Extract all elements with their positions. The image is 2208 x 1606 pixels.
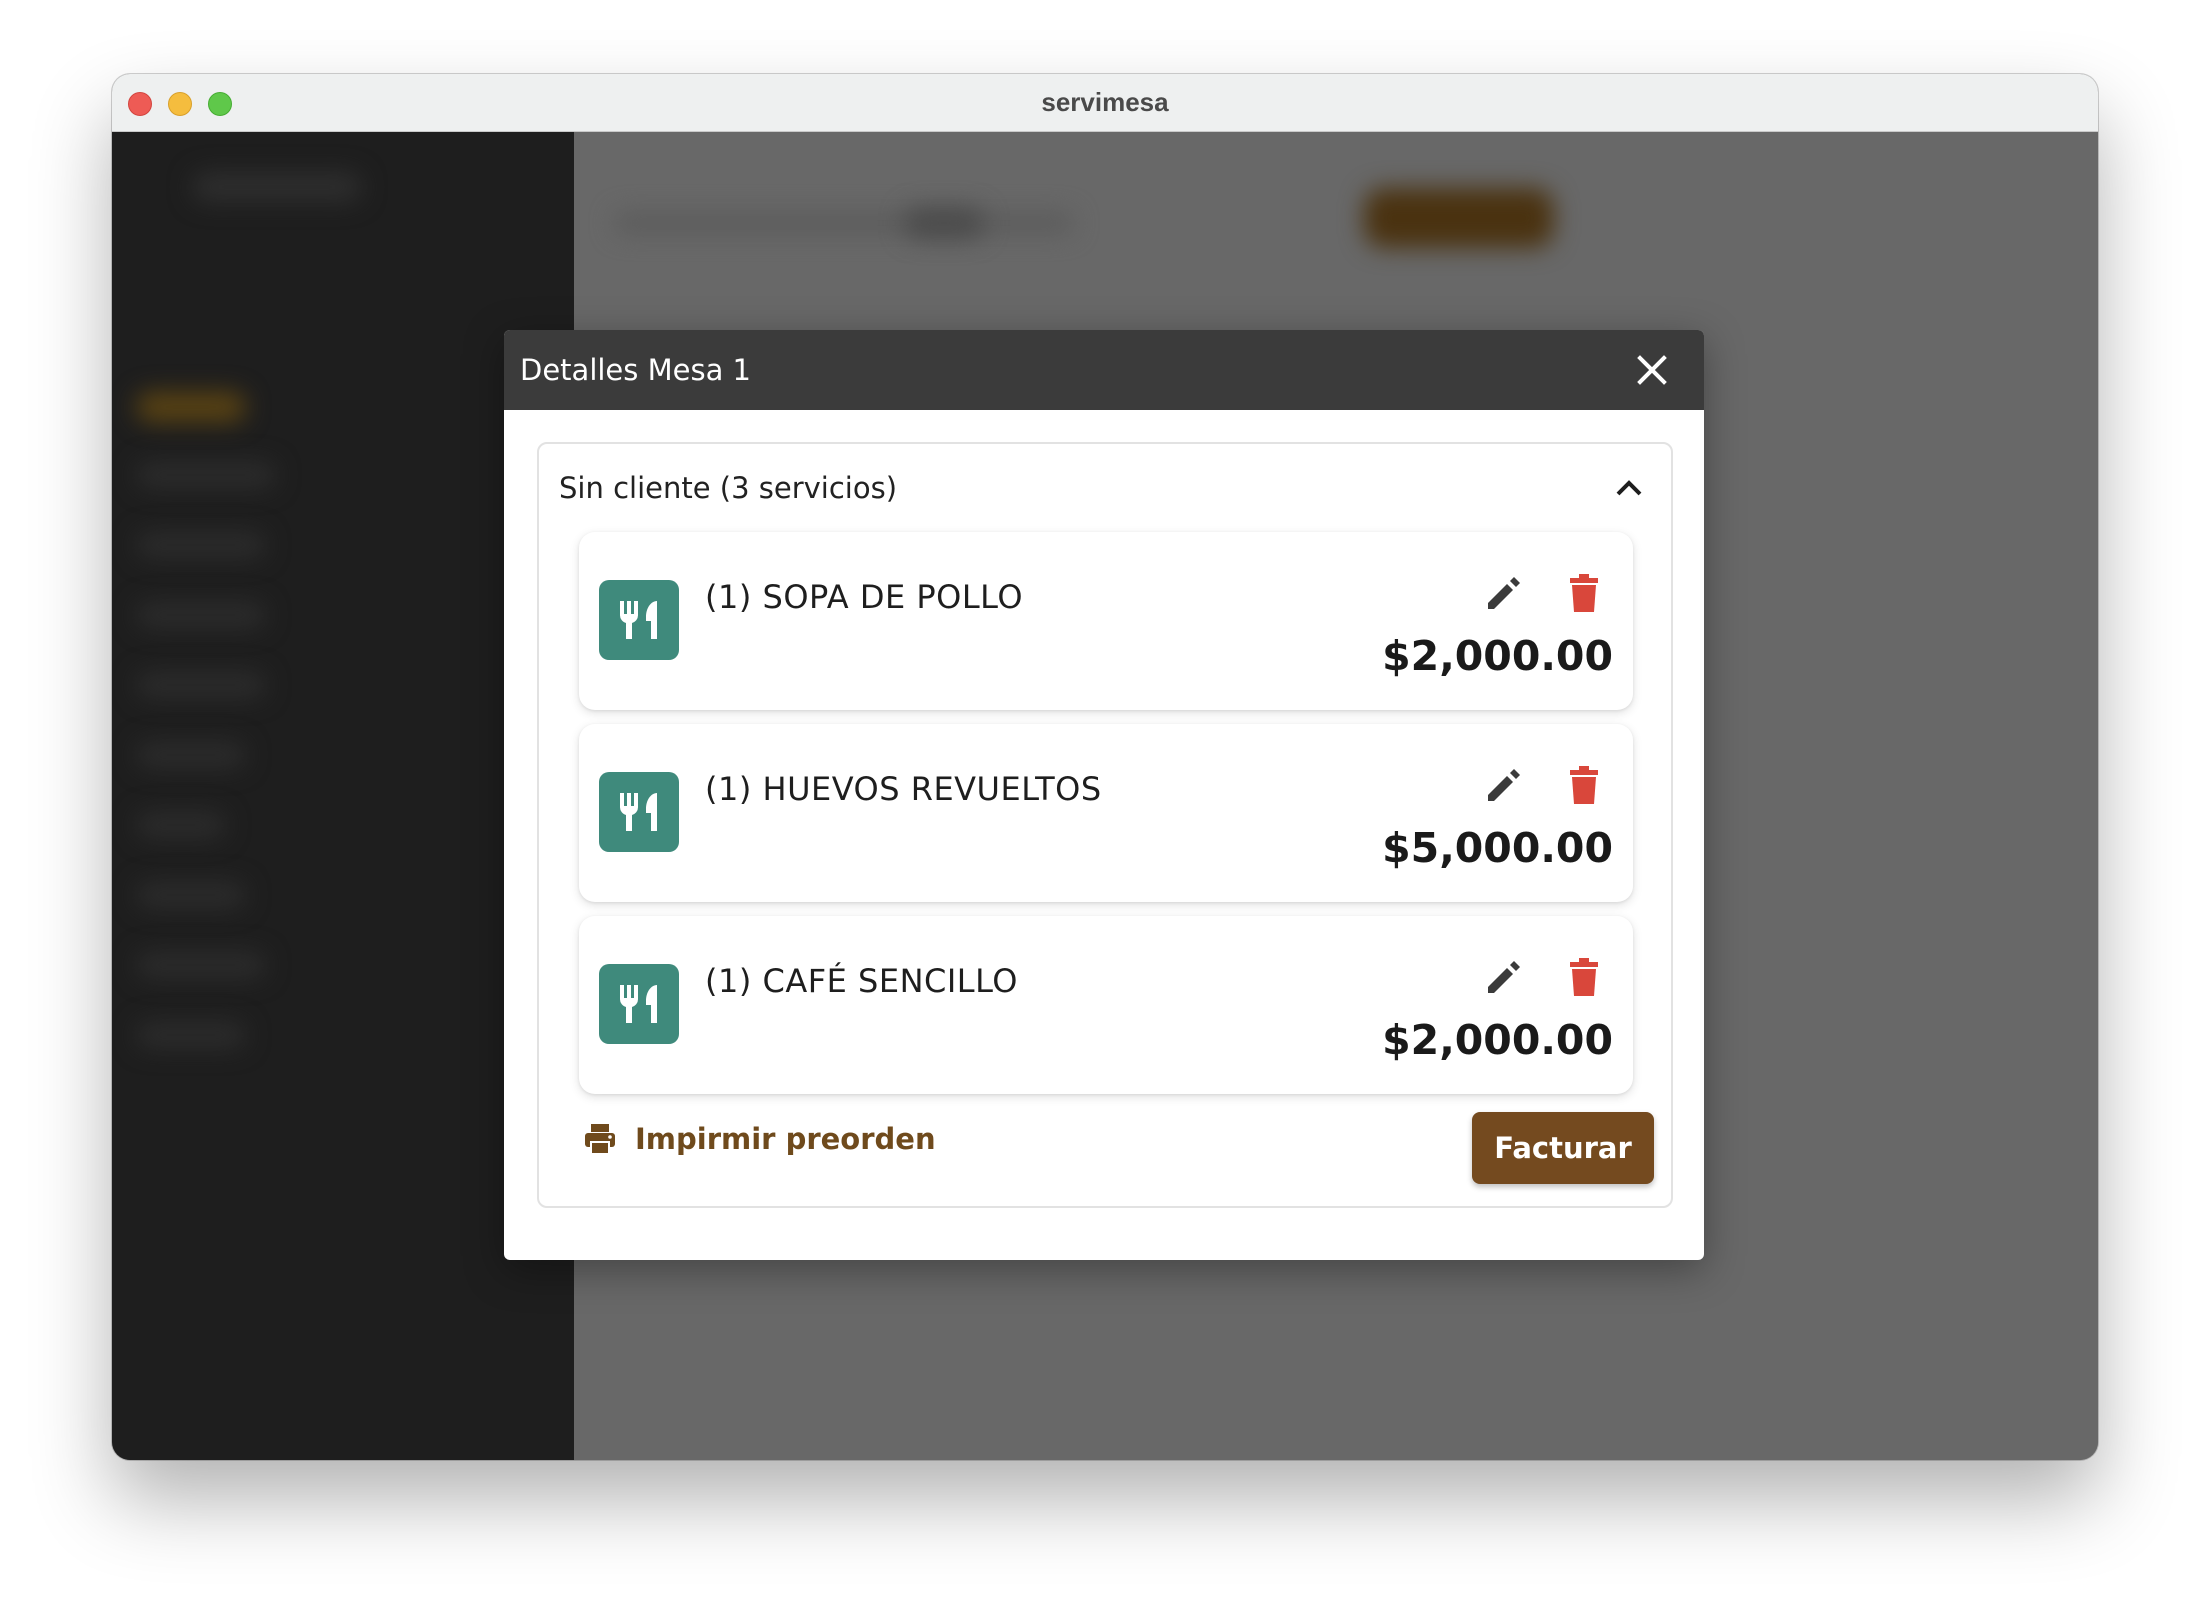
pencil-icon — [1488, 577, 1520, 609]
item-price: $5,000.00 — [1382, 824, 1613, 872]
printer-icon — [585, 1124, 615, 1155]
delete-button[interactable] — [1559, 568, 1609, 618]
chevron-up-icon — [1616, 480, 1642, 496]
window-close-button[interactable] — [128, 92, 152, 116]
window-minimize-button[interactable] — [168, 92, 192, 116]
edit-button[interactable] — [1479, 760, 1529, 810]
edit-button[interactable] — [1479, 568, 1529, 618]
print-preorder-label: Impirmir preorden — [635, 1122, 936, 1156]
close-icon — [1637, 355, 1667, 385]
invoice-button[interactable]: Facturar — [1472, 1112, 1654, 1184]
item-name: (1) HUEVOS REVUELTOS — [705, 770, 1102, 808]
edit-button[interactable] — [1479, 952, 1529, 1002]
collapse-button[interactable] — [1609, 468, 1649, 508]
utensils-icon — [619, 793, 657, 831]
dialog-title: Detalles Mesa 1 — [520, 353, 752, 387]
window-maximize-button[interactable] — [208, 92, 232, 116]
title-bar: servimesa — [112, 74, 2098, 132]
window-controls — [128, 92, 232, 116]
dialog-header: Detalles Mesa 1 — [504, 330, 1704, 410]
pencil-icon — [1488, 961, 1520, 993]
item-thumbnail — [599, 580, 679, 660]
window-title: servimesa — [1041, 87, 1169, 117]
client-group-header[interactable]: Sin cliente (3 servicios) — [539, 444, 1671, 532]
client-group-panel: Sin cliente (3 servicios) (1) SOPA DE PO… — [537, 442, 1673, 1208]
service-item[interactable]: (1) SOPA DE POLLO $2,000.00 — [579, 532, 1633, 710]
item-name: (1) SOPA DE POLLO — [705, 578, 1024, 616]
client-group-title: Sin cliente (3 servicios) — [559, 471, 898, 505]
pencil-icon — [1488, 769, 1520, 801]
table-details-dialog: Detalles Mesa 1 Sin cliente (3 servicios… — [504, 330, 1704, 1260]
item-thumbnail — [599, 772, 679, 852]
trash-icon — [1570, 958, 1598, 996]
service-item[interactable]: (1) CAFÉ SENCILLO $2,000.00 — [579, 916, 1633, 1094]
item-name: (1) CAFÉ SENCILLO — [705, 962, 1018, 1000]
close-button[interactable] — [1632, 350, 1672, 390]
delete-button[interactable] — [1559, 952, 1609, 1002]
utensils-icon — [619, 601, 657, 639]
item-price: $2,000.00 — [1382, 1016, 1613, 1064]
trash-icon — [1570, 574, 1598, 612]
print-preorder-button[interactable]: Impirmir preorden — [583, 1122, 936, 1156]
delete-button[interactable] — [1559, 760, 1609, 810]
utensils-icon — [619, 985, 657, 1023]
trash-icon — [1570, 766, 1598, 804]
item-thumbnail — [599, 964, 679, 1044]
item-price: $2,000.00 — [1382, 632, 1613, 680]
service-item[interactable]: (1) HUEVOS REVUELTOS $5,000.00 — [579, 724, 1633, 902]
